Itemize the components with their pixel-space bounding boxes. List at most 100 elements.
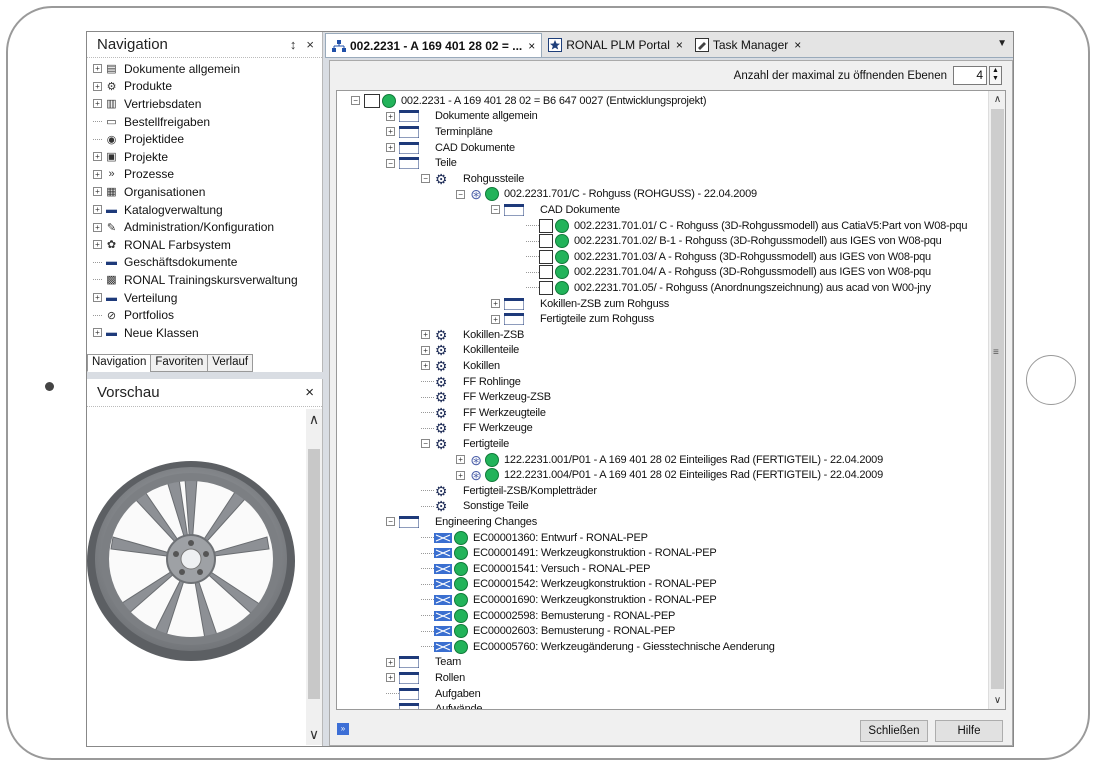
expand-plus-icon[interactable]: + [93,81,102,91]
tree-node[interactable]: ⚙ FF Werkzeuge [421,421,533,437]
nav-item[interactable]: + ▤ Dokumente allgemein [87,60,322,78]
expand-plus-icon[interactable]: + [93,205,102,215]
tree-node[interactable]: EC00002603: Bemusterung - RONAL-PEP [421,623,675,639]
tree-scrollbar[interactable]: ∧ ≡ ∨ [988,91,1005,709]
close-icon[interactable]: × [305,384,314,401]
expand-plus-icon[interactable]: + [421,361,430,371]
scroll-down-icon[interactable]: ∨ [306,726,322,743]
tree-node[interactable]: − 002.2231 - A 169 401 28 02 = B6 647 002… [351,93,707,109]
expand-plus-icon[interactable]: + [93,240,102,250]
tree-node[interactable]: + Dokumente allgemein [386,109,538,125]
scroll-up-icon[interactable]: ∧ [989,94,1005,105]
tree-node[interactable]: − Engineering Changes [386,514,537,530]
nav-item[interactable]: + ▬ Katalogverwaltung [87,201,322,219]
expand-plus-icon[interactable]: + [421,330,430,340]
nav-item[interactable]: + ▥ Vertriebsdaten [87,95,322,113]
tree-node[interactable]: + Kokillen-ZSB zum Rohguss [491,296,669,312]
tree-node[interactable]: ⚙ Sonstige Teile [421,499,529,515]
tab-dropdown-icon[interactable]: ▼ [997,38,1007,49]
close-tab-icon[interactable]: × [794,38,801,52]
tab-task-manager[interactable]: Task Manager × [689,33,807,57]
tree-node[interactable]: + Terminpläne [386,124,493,140]
tree-node[interactable]: ⚙ Fertigteil-ZSB/Kompletträder [421,483,597,499]
collapse-minus-icon[interactable]: − [386,517,395,527]
nav-item[interactable]: ⊘ Portfolios [87,306,322,324]
tree-node[interactable]: ⚙ FF Werkzeug-ZSB [421,389,551,405]
tree-node[interactable]: − ⚙ Fertigteile [421,436,509,452]
tree-node[interactable]: Aufgaben [386,686,481,702]
expand-plus-icon[interactable]: + [386,111,395,121]
expand-plus-icon[interactable]: + [93,222,102,232]
tree-scroll-thumb[interactable] [991,109,1004,689]
close-tab-icon[interactable]: × [676,38,683,52]
tree-node[interactable]: + CAD Dokumente [386,140,515,156]
tab-structure[interactable]: 002.2231 - A 169 401 28 02 = ... × [325,33,543,57]
tab-plm-portal[interactable]: RONAL PLM Portal × [542,33,689,57]
tree-node[interactable]: + ⊛ 122.2231.004/P01 - A 169 401 28 02 Ein… [456,467,883,483]
expand-plus-icon[interactable]: + [386,127,395,137]
tree-node[interactable]: EC00002598: Bemusterung - RONAL-PEP [421,608,675,624]
nav-item[interactable]: + » Prozesse [87,166,322,184]
close-tab-icon[interactable]: × [528,39,535,53]
levels-spinner[interactable]: ▲ ▼ [989,66,1002,85]
expand-plus-icon[interactable]: + [386,673,395,683]
tree-node[interactable]: 002.2231.701.05/ - Rohguss (Anordnungsze… [526,280,931,296]
tree-node[interactable]: + ⚙ Kokillen-ZSB [421,327,524,343]
tree-node[interactable]: − Teile [386,155,457,171]
expand-plus-icon[interactable]: + [456,470,465,480]
tree-node[interactable]: 002.2231.701.03/ A - Rohguss (3D-Rohguss… [526,249,931,265]
tree-node[interactable]: EC00001541: Versuch - RONAL-PEP [421,561,650,577]
nav-item[interactable]: ◉ Projektidee [87,130,322,148]
pin-icon[interactable]: ↕ [290,37,297,52]
expand-plus-icon[interactable]: + [386,143,395,153]
tree-node[interactable]: + ⚙ Kokillen [421,358,500,374]
tree-node[interactable]: − ⊛ 002.2231.701/C - Rohguss (ROHGUSS) - 2… [456,187,757,203]
expand-plus-icon[interactable]: + [421,345,430,355]
expand-plus-icon[interactable]: + [93,293,102,303]
expand-plus-icon[interactable]: + [93,187,102,197]
tree-node[interactable]: + Team [386,655,461,671]
collapse-minus-icon[interactable]: − [421,174,430,184]
tree-node[interactable]: − CAD Dokumente [491,202,620,218]
collapse-minus-icon[interactable]: − [421,439,430,449]
help-button[interactable]: Hilfe [935,720,1003,742]
tab-favoriten[interactable]: Favoriten [150,354,209,372]
expand-plus-icon[interactable]: + [386,657,395,667]
home-button[interactable] [1026,355,1076,405]
expand-plus-icon[interactable]: + [456,455,465,465]
tree-node[interactable]: + ⚙ Kokillenteile [421,343,519,359]
scroll-up-icon[interactable]: ∧ [306,411,322,428]
expand-icon[interactable]: » [337,723,349,735]
tree-node[interactable]: 002.2231.701.02/ B-1 - Rohguss (3D-Rohgu… [526,233,942,249]
tree-node[interactable]: + Fertigteile zum Rohguss [491,311,654,327]
nav-item[interactable]: + ✿ RONAL Farbsystem [87,236,322,254]
tab-verlauf[interactable]: Verlauf [207,354,254,372]
tab-navigation[interactable]: Navigation [87,354,152,372]
tree-node[interactable]: EC00001690: Werkzeugkonstruktion - RONAL… [421,592,717,608]
nav-item[interactable]: + ▦ Organisationen [87,183,322,201]
tree-node[interactable]: − ⚙ Rohgussteile [421,171,524,187]
tree-node[interactable]: EC00001360: Entwurf - RONAL-PEP [421,530,648,546]
expand-plus-icon[interactable]: + [93,64,102,74]
tree-node[interactable]: EC00005760: Werkzeugänderung - Giesstech… [421,639,775,655]
nav-item[interactable]: + ▣ Projekte [87,148,322,166]
expand-plus-icon[interactable]: + [93,99,102,109]
scroll-down-icon[interactable]: ∨ [989,695,1005,706]
nav-item[interactable]: ▬ Geschäftsdokumente [87,254,322,272]
nav-item[interactable]: + ▬ Neue Klassen [87,324,322,342]
collapse-minus-icon[interactable]: − [456,189,465,199]
tree-node[interactable]: + Rollen [386,670,465,686]
expand-plus-icon[interactable]: + [93,328,102,338]
tree-node[interactable]: ⚙ FF Werkzeugteile [421,405,546,421]
tree-node[interactable]: Aufwände [386,701,483,709]
close-button[interactable]: Schließen [860,720,928,742]
expand-plus-icon[interactable]: + [491,299,500,309]
collapse-minus-icon[interactable]: − [351,96,360,106]
close-icon[interactable]: × [306,37,314,52]
preview-scrollbar[interactable]: ∧ ∨ [306,409,322,745]
tree-node[interactable]: EC00001491: Werkzeugkonstruktion - RONAL… [421,545,717,561]
expand-plus-icon[interactable]: + [93,169,102,179]
tree-node[interactable]: 002.2231.701.04/ A - Rohguss (3D-Rohguss… [526,265,931,281]
levels-input[interactable]: 4 [953,66,987,85]
nav-item[interactable]: + ⚙ Produkte [87,78,322,96]
